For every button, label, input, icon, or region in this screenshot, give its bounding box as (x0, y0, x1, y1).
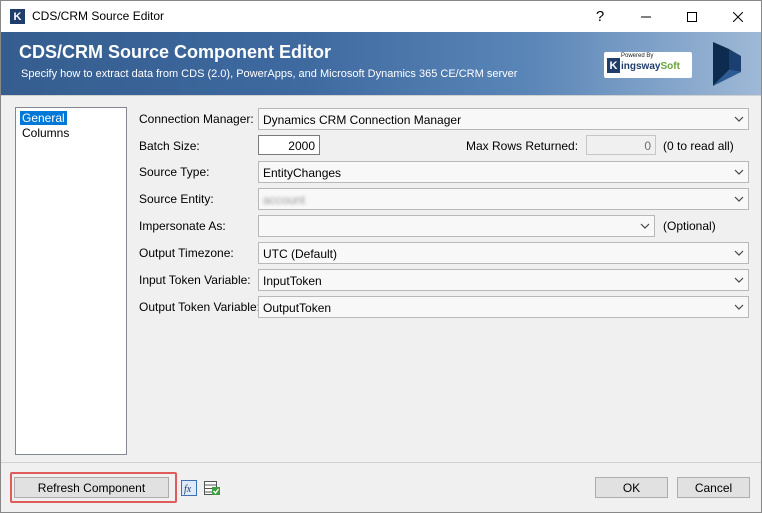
maximize-button[interactable] (669, 1, 715, 32)
batch-size-input[interactable]: 2000 (258, 135, 320, 155)
connection-manager-label: Connection Manager: (139, 112, 254, 126)
impersonate-as-select[interactable] (258, 215, 655, 237)
kingswaysoft-app-icon: K (10, 9, 25, 24)
nav-item-columns[interactable]: Columns (20, 126, 71, 140)
question-mark-icon: ? (595, 8, 605, 25)
banner-title: CDS/CRM Source Component Editor (19, 42, 332, 62)
max-rows-note: (0 to read all) (663, 139, 734, 153)
impersonate-as-note: (Optional) (663, 219, 716, 233)
minimize-icon (641, 16, 651, 17)
nav-item-general[interactable]: General (20, 111, 67, 125)
close-icon (733, 11, 743, 22)
chevron-down-icon (640, 223, 650, 229)
banner-subtitle: Specify how to extract data from CDS (2.… (21, 68, 518, 80)
close-button[interactable] (715, 1, 761, 32)
source-type-value: EntityChanges (263, 166, 342, 180)
maximize-icon (687, 11, 697, 22)
kingswaysoft-logo: Powered By K ingswaySoft (604, 52, 692, 78)
input-token-select[interactable]: InputToken (258, 269, 749, 291)
input-token-label: Input Token Variable: (139, 273, 251, 287)
footer-separator (1, 462, 761, 463)
chevron-down-icon (734, 250, 744, 256)
source-entity-select[interactable]: account (258, 188, 749, 210)
source-entity-label: Source Entity: (139, 192, 214, 206)
banner-separator (1, 95, 761, 96)
output-timezone-select[interactable]: UTC (Default) (258, 242, 749, 264)
logo-powered-by: Powered By (621, 53, 654, 59)
variables-grid-icon[interactable] (204, 480, 220, 496)
chevron-down-icon (734, 196, 744, 202)
expression-fx-icon[interactable]: fx (181, 480, 197, 496)
connection-manager-select[interactable]: Dynamics CRM Connection Manager (258, 108, 749, 130)
minimize-button[interactable] (623, 1, 669, 32)
refresh-component-button[interactable]: Refresh Component (14, 477, 169, 498)
ok-button[interactable]: OK (595, 477, 668, 498)
source-type-label: Source Type: (139, 165, 210, 179)
header-banner: CDS/CRM Source Component Editor Specify … (1, 32, 761, 95)
chevron-down-icon (734, 277, 744, 283)
source-type-select[interactable]: EntityChanges (258, 161, 749, 183)
max-rows-input[interactable]: 0 (586, 135, 656, 155)
output-token-value: OutputToken (263, 301, 332, 315)
chevron-down-icon (734, 116, 744, 122)
impersonate-as-label: Impersonate As: (139, 219, 226, 233)
max-rows-label: Max Rows Returned: (466, 139, 579, 153)
output-token-label: Output Token Variable: (139, 300, 260, 314)
page-list: General Columns (15, 107, 127, 455)
title-bar: K CDS/CRM Source Editor ? (1, 1, 761, 32)
logo-name: ingswaySoft (621, 61, 680, 72)
dynamics-logo-icon (713, 42, 741, 86)
output-token-select[interactable]: OutputToken (258, 296, 749, 318)
source-entity-value: account (263, 193, 306, 207)
connection-manager-value: Dynamics CRM Connection Manager (263, 113, 462, 127)
window-title: CDS/CRM Source Editor (32, 9, 165, 23)
output-timezone-value: UTC (Default) (263, 247, 338, 261)
help-button[interactable]: ? (577, 1, 623, 32)
editor-window: K CDS/CRM Source Editor ? CDS/CRM Source… (0, 0, 762, 513)
input-token-value: InputToken (263, 274, 322, 288)
output-timezone-label: Output Timezone: (139, 246, 234, 260)
logo-k-icon: K (607, 58, 620, 73)
batch-size-label: Batch Size: (139, 139, 200, 153)
svg-text:fx: fx (184, 484, 192, 495)
chevron-down-icon (734, 304, 744, 310)
cancel-button[interactable]: Cancel (677, 477, 750, 498)
chevron-down-icon (734, 169, 744, 175)
